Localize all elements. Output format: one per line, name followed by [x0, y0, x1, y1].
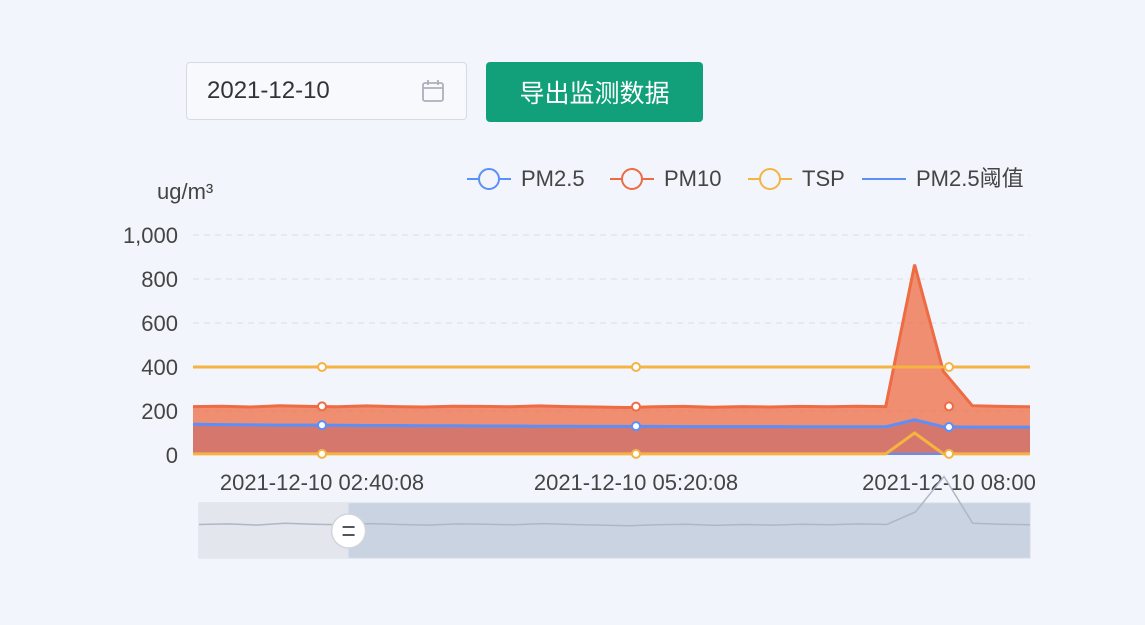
data-point [944, 422, 954, 433]
x-tick-label: 2021-12-10 05:20:08 [534, 470, 738, 495]
legend-marker [478, 168, 500, 190]
legend-item-pm25[interactable]: PM2.5 [467, 166, 585, 191]
y-tick-label: 1,000 [123, 223, 178, 248]
legend-item-pm10[interactable]: PM10 [610, 166, 721, 191]
legend-label: TSP [802, 166, 845, 191]
y-axis-ticks: 0 200 400 600 800 1,000 [123, 223, 178, 468]
data-point [631, 362, 641, 372]
x-tick-label: 2021-12-10 08:00 [862, 470, 1036, 495]
legend[interactable]: PM2.5 PM10 TSP PM2.5阈值 [467, 166, 1024, 191]
zoom-window[interactable] [199, 503, 349, 558]
legend-label: PM2.5阈值 [916, 166, 1024, 191]
data-point [631, 448, 641, 459]
y-tick-label: 200 [141, 399, 178, 424]
series-layer [192, 264, 1031, 459]
legend-label: PM10 [664, 166, 721, 191]
y-axis-label: ug/m³ [157, 179, 213, 204]
x-tick-label: 2021-12-10 02:40:08 [220, 470, 424, 495]
data-point [631, 421, 641, 432]
y-tick-label: 600 [141, 311, 178, 336]
data-point [631, 401, 641, 412]
chart: ug/m³ 0 200 400 600 800 1,000 2021-12-10 02:4… [123, 166, 1036, 559]
legend-item-tsp[interactable]: TSP [748, 166, 845, 191]
data-point [317, 420, 327, 431]
y-tick-label: 0 [166, 443, 178, 468]
x-axis-ticks: 2021-12-10 02:40:08 2021-12-10 05:20:08 20… [220, 470, 1036, 495]
data-point [944, 448, 954, 459]
legend-label: PM2.5 [521, 166, 585, 191]
zoom-handle[interactable] [330, 513, 367, 549]
data-point [944, 362, 954, 372]
data-point [317, 401, 327, 412]
data-point [944, 401, 954, 412]
y-tick-label: 800 [141, 267, 178, 292]
y-tick-label: 400 [141, 355, 178, 380]
legend-marker [621, 168, 643, 190]
data-point [317, 448, 327, 459]
data-point [317, 362, 327, 372]
legend-item-pm25[interactable]: PM2.5阈值 [862, 166, 1024, 191]
legend-marker [759, 168, 781, 190]
